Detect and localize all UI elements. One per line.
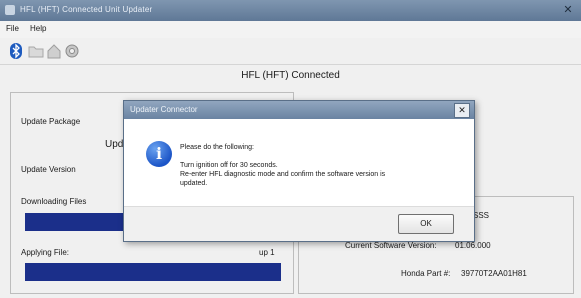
unit-serial-partial: SSS (473, 211, 490, 220)
ok-button[interactable]: OK (398, 214, 454, 234)
apply-progress-bar (25, 263, 281, 281)
update-version-label: Update Version (21, 165, 76, 174)
dialog-line-1: Turn ignition off for 30 seconds. (180, 162, 278, 169)
applying-file-value: up 1 (259, 248, 275, 257)
title-bar: HFL (HFT) Connected Unit Updater ✕ (0, 0, 581, 21)
app-icon (5, 5, 15, 15)
toolbar (0, 38, 581, 65)
part-number-label: Honda Part #: (401, 269, 451, 278)
software-version-value: 01.06.000 (455, 241, 491, 250)
home-icon[interactable] (46, 42, 62, 60)
folder-icon[interactable] (28, 42, 44, 60)
software-version-label: Current Software Version: (345, 241, 437, 250)
downloading-files-label: Downloading Files (21, 197, 87, 206)
applying-file-label: Applying File: (21, 248, 70, 257)
dialog-title: Updater Connector (130, 105, 198, 114)
settings-icon[interactable] (64, 42, 80, 60)
menu-bar: File Help (0, 21, 581, 38)
dialog-title-bar: Updater Connector ✕ (124, 101, 474, 119)
close-icon[interactable]: ✕ (560, 3, 576, 17)
dialog-footer: OK (124, 206, 474, 241)
message-dialog: Updater Connector ✕ i Please do the foll… (123, 100, 475, 242)
update-package-value: Upd (105, 139, 124, 150)
part-number-value: 39770T2AA01H81 (461, 269, 527, 278)
window-title: HFL (HFT) Connected Unit Updater (20, 5, 153, 14)
connection-status: HFL (HFT) Connected (241, 70, 340, 81)
main-window: HFL (HFT) Connected Unit Updater ✕ File … (0, 0, 581, 298)
bluetooth-icon[interactable] (8, 42, 24, 60)
dialog-line-3: updated. (180, 180, 208, 187)
info-icon: i (146, 141, 172, 167)
dialog-line-2: Re-enter HFL diagnostic mode and confirm… (180, 171, 386, 178)
update-package-label: Update Package (21, 117, 81, 126)
menu-file[interactable]: File (6, 24, 19, 33)
dialog-close-icon[interactable]: ✕ (454, 103, 470, 118)
dialog-heading: Please do the following: (180, 144, 254, 151)
menu-help[interactable]: Help (30, 24, 46, 33)
